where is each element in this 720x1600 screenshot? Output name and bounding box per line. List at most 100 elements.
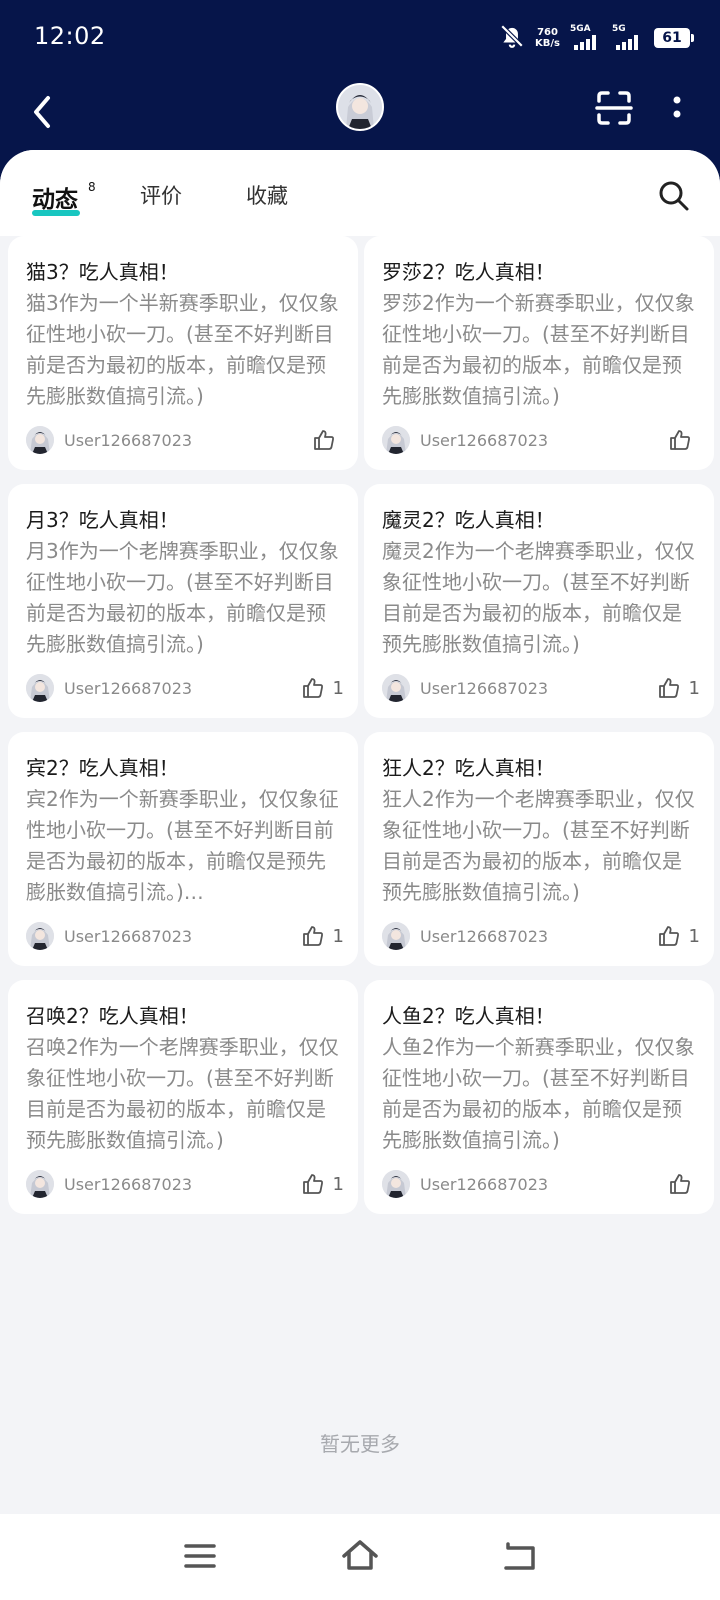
avatar-image	[26, 674, 54, 702]
post-footer: User126687023 1	[26, 672, 344, 706]
author-avatar[interactable]	[382, 922, 410, 950]
author-name[interactable]: User126687023	[420, 679, 548, 698]
post-excerpt: 召唤2作为一个老牌赛季职业，仅仅象征性地小砍一刀。(甚至不好判断目前是否为最初的…	[26, 1035, 339, 1152]
back-button[interactable]	[26, 90, 62, 134]
thumbs-up-icon	[658, 678, 679, 698]
post-card[interactable]: 人鱼2？吃人真相！ 人鱼2作为一个新赛季职业，仅仅象征性地小砍一刀。(甚至不好判断…	[364, 980, 714, 1214]
post-card[interactable]: 月3？吃人真相！ 月3作为一个老牌赛季职业，仅仅象征性地小砍一刀。(甚至不好判断目…	[8, 484, 358, 718]
system-nav-bar	[0, 1514, 720, 1600]
like-button[interactable]	[668, 1170, 700, 1198]
like-button[interactable]: 1	[301, 1170, 344, 1198]
signal-sim1: 5GA	[570, 25, 602, 51]
search-button[interactable]	[656, 178, 692, 214]
like-count: 1	[688, 925, 700, 947]
like-button[interactable]: 1	[657, 922, 700, 950]
post-excerpt: 月3作为一个老牌赛季职业，仅仅象征性地小砍一刀。(甚至不好判断目前是否为最初的版…	[26, 539, 339, 656]
author-avatar[interactable]	[26, 1170, 54, 1198]
menu-icon	[184, 1544, 216, 1568]
post-excerpt: 猫3作为一个半新赛季职业，仅仅象征性地小砍一刀。(甚至不好判断目前是否为最初的版…	[26, 291, 339, 408]
back-nav-button[interactable]	[500, 1536, 540, 1576]
post-title: 人鱼2？吃人真相！	[382, 1004, 555, 1028]
post-title: 狂人2？吃人真相！	[382, 756, 555, 780]
signal-sim2: 5G	[612, 25, 644, 51]
post-card[interactable]: 罗莎2？吃人真相！ 罗莎2作为一个新赛季职业，仅仅象征性地小砍一刀。(甚至不好判断…	[364, 236, 714, 470]
post-footer: User126687023 1	[382, 920, 700, 954]
sim2-label: 5G	[612, 24, 626, 34]
scan-button[interactable]	[594, 88, 634, 128]
post-title: 猫3？吃人真相！	[26, 260, 179, 284]
avatar-image	[338, 85, 382, 129]
author-avatar[interactable]	[382, 674, 410, 702]
author-avatar[interactable]	[26, 674, 54, 702]
author-name[interactable]: User126687023	[420, 1175, 548, 1194]
like-count: 1	[332, 1173, 344, 1195]
network-speed: 760 KB/s	[535, 27, 560, 49]
post-footer: User126687023 1	[26, 1168, 344, 1202]
home-button[interactable]	[340, 1536, 380, 1576]
profile-avatar[interactable]	[336, 83, 384, 131]
more-button[interactable]	[664, 90, 690, 126]
post-title: 罗莎2？吃人真相！	[382, 260, 555, 284]
like-button[interactable]: 1	[301, 674, 344, 702]
speed-value: 760	[537, 27, 558, 38]
post-footer: User126687023 1	[26, 920, 344, 954]
post-footer: User126687023	[382, 1168, 700, 1202]
battery-indicator: 61	[654, 28, 694, 48]
avatar-image	[382, 922, 410, 950]
thumbs-up-icon	[302, 678, 323, 698]
post-title: 召唤2？吃人真相！	[26, 1004, 199, 1028]
tab-bar: 动态 8 评价 收藏	[0, 150, 720, 236]
thumbs-up-icon	[670, 1174, 690, 1194]
author-name[interactable]: User126687023	[64, 679, 192, 698]
tab-dynamics-badge: 8	[88, 180, 96, 194]
like-count: 1	[332, 925, 344, 947]
post-card[interactable]: 宾2？吃人真相！ 宾2作为一个新赛季职业，仅仅象征性地小砍一刀。(甚至不好判断目前…	[8, 732, 358, 966]
like-count: 1	[332, 677, 344, 699]
status-time: 12:02	[34, 22, 106, 50]
avatar-image	[26, 426, 54, 454]
tab-dynamics[interactable]: 动态	[32, 180, 78, 214]
home-icon	[342, 1540, 378, 1570]
thumbs-up-icon	[670, 430, 690, 450]
post-excerpt: 魔灵2作为一个老牌赛季职业，仅仅象征性地小砍一刀。(甚至不好判断目前是否为最初的…	[382, 539, 695, 656]
like-button[interactable]: 1	[657, 674, 700, 702]
post-card[interactable]: 猫3？吃人真相！ 猫3作为一个半新赛季职业，仅仅象征性地小砍一刀。(甚至不好判断目…	[8, 236, 358, 470]
return-icon	[504, 1542, 535, 1570]
avatar-image	[382, 426, 410, 454]
author-avatar[interactable]	[382, 1170, 410, 1198]
post-card[interactable]: 狂人2？吃人真相！ 狂人2作为一个老牌赛季职业，仅仅象征性地小砍一刀。(甚至不好判…	[364, 732, 714, 966]
author-avatar[interactable]	[26, 426, 54, 454]
scan-icon	[595, 91, 633, 125]
post-footer: User126687023	[382, 424, 700, 458]
post-excerpt: 狂人2作为一个老牌赛季职业，仅仅象征性地小砍一刀。(甚至不好判断目前是否为最初的…	[382, 787, 695, 904]
post-excerpt: 宾2作为一个新赛季职业，仅仅象征性地小砍一刀。(甚至不好判断目前是否为最初的版本…	[26, 787, 339, 904]
author-name[interactable]: User126687023	[64, 927, 192, 946]
like-button[interactable]	[668, 426, 700, 454]
author-avatar[interactable]	[26, 922, 54, 950]
like-count: 1	[688, 677, 700, 699]
avatar-image	[382, 1170, 410, 1198]
thumbs-up-icon	[302, 1174, 323, 1194]
avatar-image	[382, 674, 410, 702]
thumbs-up-icon	[314, 430, 334, 450]
post-footer: User126687023	[26, 424, 344, 458]
post-title: 月3？吃人真相！	[26, 508, 179, 532]
menu-button[interactable]	[180, 1536, 220, 1576]
tab-favorites[interactable]: 收藏	[246, 180, 288, 210]
author-name[interactable]: User126687023	[64, 1175, 192, 1194]
post-card[interactable]: 召唤2？吃人真相！ 召唤2作为一个老牌赛季职业，仅仅象征性地小砍一刀。(甚至不好判…	[8, 980, 358, 1214]
thumbs-up-icon	[658, 926, 679, 946]
post-card[interactable]: 魔灵2？吃人真相！ 魔灵2作为一个老牌赛季职业，仅仅象征性地小砍一刀。(甚至不好判…	[364, 484, 714, 718]
like-button[interactable]: 1	[301, 922, 344, 950]
thumbs-up-icon	[302, 926, 323, 946]
speed-unit: KB/s	[535, 38, 560, 49]
like-button[interactable]	[312, 426, 344, 454]
more-vertical-icon	[673, 96, 681, 118]
author-name[interactable]: User126687023	[420, 927, 548, 946]
author-avatar[interactable]	[382, 426, 410, 454]
post-footer: User126687023 1	[382, 672, 700, 706]
tab-reviews[interactable]: 评价	[140, 180, 182, 210]
avatar-image	[26, 1170, 54, 1198]
author-name[interactable]: User126687023	[64, 431, 192, 450]
author-name[interactable]: User126687023	[420, 431, 548, 450]
